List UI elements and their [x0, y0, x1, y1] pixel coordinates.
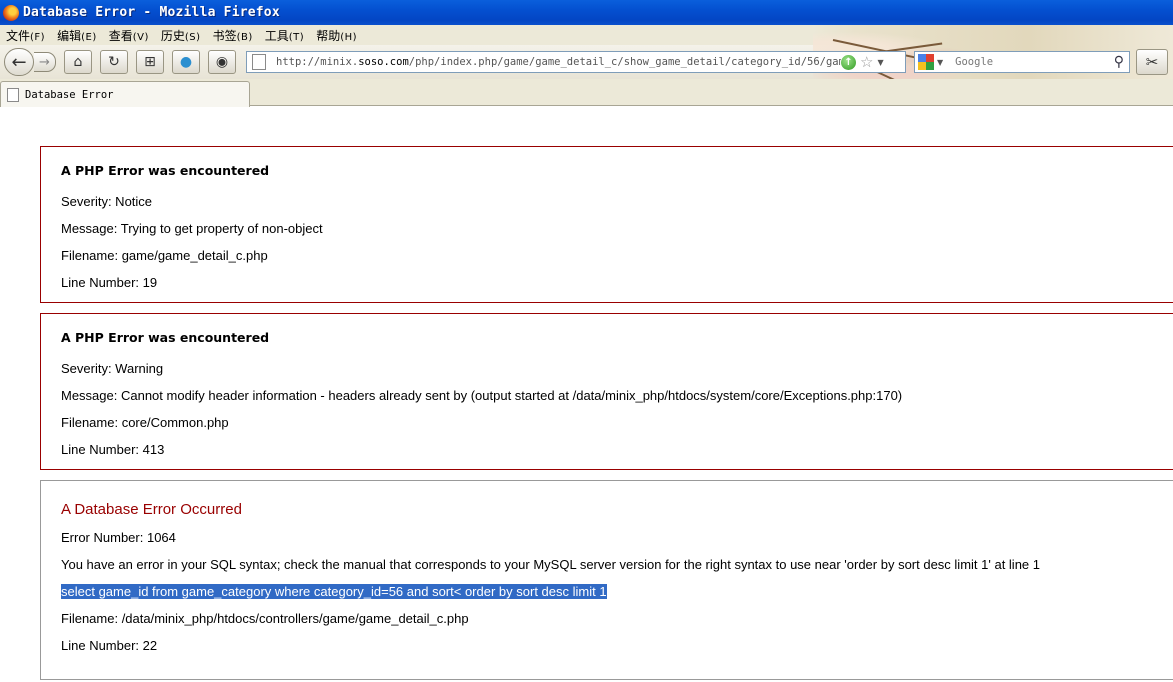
error-heading: A PHP Error was encountered — [61, 330, 270, 345]
forward-button[interactable]: → — [34, 52, 56, 72]
plus-box-icon: ⊞ — [144, 54, 156, 70]
db-error-number: Error Number: 1064 — [61, 530, 176, 545]
home-icon: ⌂ — [73, 54, 83, 70]
db-error-message: You have an error in your SQL syntax; ch… — [61, 557, 1040, 572]
db-error-query[interactable]: select game_id from game_category where … — [61, 584, 607, 599]
search-icon[interactable]: ⚲ — [1114, 54, 1124, 70]
menu-history[interactable]: 历史(S) — [155, 27, 207, 44]
engine-dropdown-icon[interactable]: ▼ — [937, 58, 943, 67]
addon-button-scissors[interactable]: ✂ — [1136, 49, 1168, 75]
search-input[interactable]: Google — [955, 56, 1114, 68]
forward-arrow-icon: → — [39, 54, 50, 70]
db-error-line-number: Line Number: 22 — [61, 638, 158, 653]
chat-bubble-icon: ● — [179, 54, 193, 70]
google-engine-icon[interactable] — [918, 54, 934, 70]
tab-database-error[interactable]: Database Error — [0, 81, 250, 107]
selected-query-text[interactable]: select game_id from game_category where … — [61, 584, 607, 599]
back-button[interactable]: ← — [4, 48, 34, 76]
error-filename: Filename: core/Common.php — [61, 415, 229, 430]
go-arrow-icon[interactable]: ↑ — [841, 54, 856, 70]
address-bar[interactable]: http://minix.soso.com/php/index.php/game… — [246, 51, 906, 73]
url-text[interactable]: http://minix.soso.com/php/index.php/game… — [276, 56, 841, 68]
menu-tools[interactable]: 工具(T) — [259, 27, 310, 44]
menu-help[interactable]: 帮助(H) — [310, 27, 363, 44]
menu-view[interactable]: 查看(V) — [103, 27, 155, 44]
reload-icon: ↻ — [108, 54, 120, 70]
php-error-box: A PHP Error was encountered Severity: Wa… — [40, 313, 1173, 470]
error-message: Message: Cannot modify header informatio… — [61, 388, 903, 403]
firefox-logo-icon — [3, 4, 19, 21]
bookmark-star-icon[interactable]: ☆ — [860, 53, 873, 71]
db-error-title: A Database Error Occurred — [61, 501, 242, 518]
window-titlebar[interactable]: Database Error - Mozilla Firefox — [0, 0, 1173, 25]
search-bar[interactable]: ▼ Google ⚲ — [914, 51, 1130, 73]
chevron-down-icon[interactable]: ▼ — [877, 58, 883, 67]
menu-edit[interactable]: 编辑(E) — [51, 27, 103, 44]
tab-label: Database Error — [25, 88, 114, 101]
menu-bookmarks[interactable]: 书签(B) — [207, 27, 259, 44]
error-message: Message: Trying to get property of non-o… — [61, 221, 323, 236]
addon-button-1[interactable]: ⊞ — [136, 50, 164, 74]
database-error-box: A Database Error Occurred Error Number: … — [40, 480, 1173, 680]
error-filename: Filename: game/game_detail_c.php — [61, 248, 268, 263]
error-heading: A PHP Error was encountered — [61, 163, 270, 178]
page-icon — [252, 54, 266, 70]
menu-file[interactable]: 文件(F) — [0, 27, 51, 44]
error-line-number: Line Number: 413 — [61, 442, 165, 457]
reload-button[interactable]: ↻ — [100, 50, 128, 74]
error-severity: Severity: Notice — [61, 194, 153, 209]
error-severity: Severity: Warning — [61, 361, 164, 376]
addon-button-3[interactable]: ◉ — [208, 50, 236, 74]
tab-strip: Database Error — [0, 79, 1173, 107]
error-line-number: Line Number: 19 — [61, 275, 158, 290]
back-arrow-icon: ← — [11, 51, 27, 73]
db-error-filename: Filename: /data/minix_php/htdocs/control… — [61, 611, 469, 626]
scissors-icon: ✂ — [1145, 53, 1159, 71]
window-title: Database Error - Mozilla Firefox — [23, 5, 280, 20]
page-content: A PHP Error was encountered Severity: No… — [0, 107, 1173, 682]
php-error-box: A PHP Error was encountered Severity: No… — [40, 146, 1173, 303]
page-icon — [7, 87, 19, 102]
addon-button-2[interactable]: ● — [172, 50, 200, 74]
speech-icon: ◉ — [215, 54, 229, 70]
home-button[interactable]: ⌂ — [64, 50, 92, 74]
